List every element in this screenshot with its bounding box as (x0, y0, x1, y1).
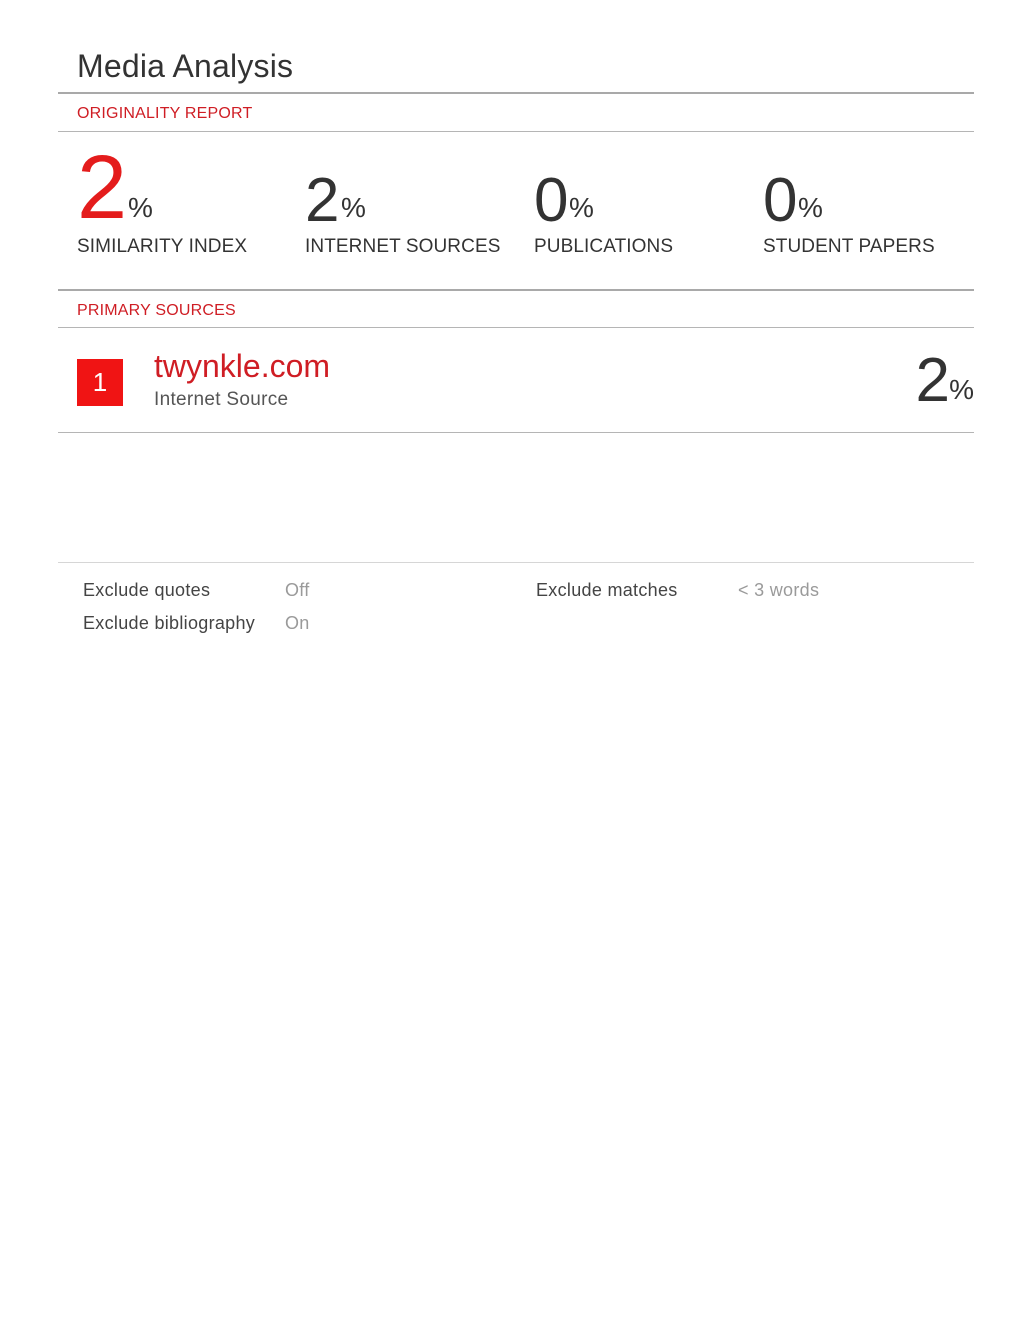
primary-sources-divider (58, 327, 974, 328)
stat-value: 2 (305, 166, 340, 235)
stat-student-papers: 0 % STUDENT PAPERS (763, 148, 983, 268)
source-domain-link[interactable]: twynkle.com (154, 348, 330, 385)
source-percentage: 2 % (894, 346, 974, 415)
originality-divider (58, 131, 974, 132)
report-page: Media Analysis ORIGINALITY REPORT 2 % SI… (0, 0, 1024, 1325)
source-row: 1 twynkle.com Internet Source 2 % (58, 330, 974, 432)
originality-report-label: ORIGINALITY REPORT (77, 105, 253, 122)
primary-sources-label: PRIMARY SOURCES (77, 302, 236, 319)
exclude-quotes-value: Off (285, 580, 310, 600)
stats-divider (58, 289, 974, 291)
stat-unit: % (569, 192, 594, 223)
stat-unit: % (341, 192, 366, 223)
title-divider (58, 92, 974, 94)
sources-bottom-divider (58, 432, 974, 433)
stat-label: PUBLICATIONS (534, 236, 674, 257)
exclude-matches-label: Exclude matches (536, 580, 678, 600)
exclude-quotes-label: Exclude quotes (83, 580, 211, 600)
stat-label: SIMILARITY INDEX (77, 236, 248, 257)
stat-publications: 0 % PUBLICATIONS (534, 148, 754, 268)
source-value: 2 (915, 346, 950, 415)
source-type: Internet Source (154, 389, 289, 410)
stat-internet-sources: 2 % INTERNET SOURCES (305, 148, 525, 268)
settings-divider (58, 562, 974, 563)
stat-value: 0 (763, 166, 798, 235)
stat-label: STUDENT PAPERS (763, 236, 935, 257)
stat-unit: % (128, 192, 153, 223)
stat-similarity-index: 2 % SIMILARITY INDEX (77, 143, 297, 268)
exclude-bibliography-value: On (285, 613, 310, 633)
page-title: Media Analysis (77, 48, 294, 84)
exclude-bibliography-label: Exclude bibliography (83, 613, 256, 633)
exclude-matches-value: < 3 words (738, 580, 820, 600)
stat-value: 0 (534, 166, 569, 235)
source-unit: % (949, 374, 974, 405)
stat-unit: % (798, 192, 823, 223)
stat-value: 2 (77, 138, 128, 238)
source-rank-badge: 1 (77, 359, 123, 406)
stat-label: INTERNET SOURCES (305, 236, 501, 257)
